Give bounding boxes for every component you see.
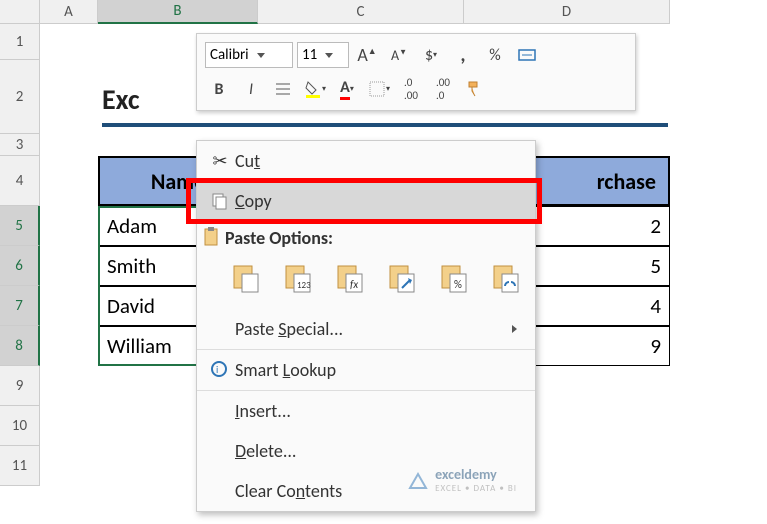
menu-cut[interactable]: ✂ Cut: [197, 141, 535, 181]
col-header-d[interactable]: D: [464, 0, 670, 24]
svg-text:i: i: [216, 363, 218, 376]
col-header-b[interactable]: B: [98, 0, 258, 24]
percent-style-icon[interactable]: %: [481, 42, 509, 68]
paste-options-label: Paste Options:: [225, 221, 535, 249]
italic-icon[interactable]: I: [237, 76, 265, 102]
row-header-2[interactable]: 2: [0, 60, 40, 134]
column-headers: A B C D: [40, 0, 670, 24]
row-headers: 1 2 3 4 5 6 7 8 9 10 11: [0, 24, 40, 486]
mini-toolbar: Calibri 11 A▲ A▼ $ ▾ , % B I ▾ A▾ ▾ .0.0…: [196, 33, 636, 111]
col-header-a[interactable]: A: [40, 0, 98, 24]
paste-transpose-icon[interactable]: [381, 257, 423, 299]
row-header-1[interactable]: 1: [0, 24, 40, 60]
format-painter-icon[interactable]: [461, 76, 489, 102]
menu-copy-label: Copy: [235, 190, 527, 212]
watermark-tag: EXCEL • DATA • BI: [435, 483, 517, 494]
row-header-6[interactable]: 6: [0, 246, 40, 286]
row-header-9[interactable]: 9: [0, 366, 40, 406]
context-menu: ✂ Cut Copy Paste Options: 123 fx % Paste…: [196, 140, 536, 512]
menu-paste-special-label: Paste Special...: [235, 318, 512, 340]
svg-text:fx: fx: [350, 278, 358, 291]
paste-link-icon[interactable]: [485, 257, 527, 299]
borders-icon[interactable]: ▾: [365, 76, 393, 102]
menu-paste-special[interactable]: Paste Special...: [197, 309, 535, 349]
paste-formatting-icon[interactable]: %: [433, 257, 475, 299]
font-size: 11: [302, 46, 317, 64]
bold-icon[interactable]: B: [205, 76, 233, 102]
smart-lookup-icon: i: [205, 360, 235, 380]
font-name: Calibri: [210, 46, 249, 64]
decrease-font-icon[interactable]: A▼: [385, 42, 413, 68]
accounting-format-icon[interactable]: $ ▾: [417, 42, 445, 68]
select-all-corner[interactable]: [0, 0, 40, 24]
paste-normal-icon[interactable]: [225, 257, 267, 299]
watermark: exceldemy EXCEL • DATA • BI: [406, 466, 517, 494]
menu-smart-lookup[interactable]: i Smart Lookup: [197, 350, 535, 390]
svg-text:123: 123: [297, 280, 311, 291]
row-header-4[interactable]: 4: [0, 156, 40, 206]
dropdown-arrow-icon: [257, 53, 265, 58]
menu-delete-label: Delete...: [235, 440, 527, 462]
menu-smart-lookup-label: Smart Lookup: [235, 359, 527, 381]
watermark-brand: exceldemy: [435, 466, 517, 483]
increase-decimal-icon[interactable]: .0.00: [397, 76, 425, 102]
row-header-8[interactable]: 8: [0, 326, 40, 366]
font-size-selector[interactable]: 11: [297, 42, 349, 68]
decrease-decimal-icon[interactable]: .00.0: [429, 76, 457, 102]
merge-center-icon[interactable]: [513, 42, 541, 68]
comma-style-icon[interactable]: ,: [449, 42, 477, 68]
submenu-arrow-icon: [512, 325, 517, 333]
dropdown-arrow-icon: [325, 53, 333, 58]
row-header-5[interactable]: 5: [0, 206, 40, 246]
scissors-icon: ✂: [205, 150, 235, 172]
menu-delete[interactable]: Delete...: [197, 431, 535, 471]
clipboard-icon: [197, 221, 225, 247]
increase-font-icon[interactable]: A▲: [353, 42, 381, 68]
copy-icon: [205, 192, 235, 210]
col-header-c[interactable]: C: [258, 0, 464, 24]
row-header-11[interactable]: 11: [0, 446, 40, 486]
paste-formulas-icon[interactable]: fx: [329, 257, 371, 299]
watermark-logo-icon: [406, 468, 430, 492]
align-icon[interactable]: [269, 76, 297, 102]
svg-text:%: %: [454, 278, 462, 291]
row-header-3[interactable]: 3: [0, 134, 40, 156]
menu-cut-label: Cut: [235, 150, 527, 172]
fill-color-icon[interactable]: ▾: [301, 76, 329, 102]
row-header-7[interactable]: 7: [0, 286, 40, 326]
menu-copy[interactable]: Copy: [197, 181, 535, 221]
row-header-10[interactable]: 10: [0, 406, 40, 446]
paste-options-row: 123 fx %: [225, 249, 535, 309]
menu-insert-label: Insert...: [235, 400, 527, 422]
menu-insert[interactable]: Insert...: [197, 391, 535, 431]
font-selector[interactable]: Calibri: [205, 42, 293, 68]
paste-values-icon[interactable]: 123: [277, 257, 319, 299]
font-color-icon[interactable]: A▾: [333, 76, 361, 102]
